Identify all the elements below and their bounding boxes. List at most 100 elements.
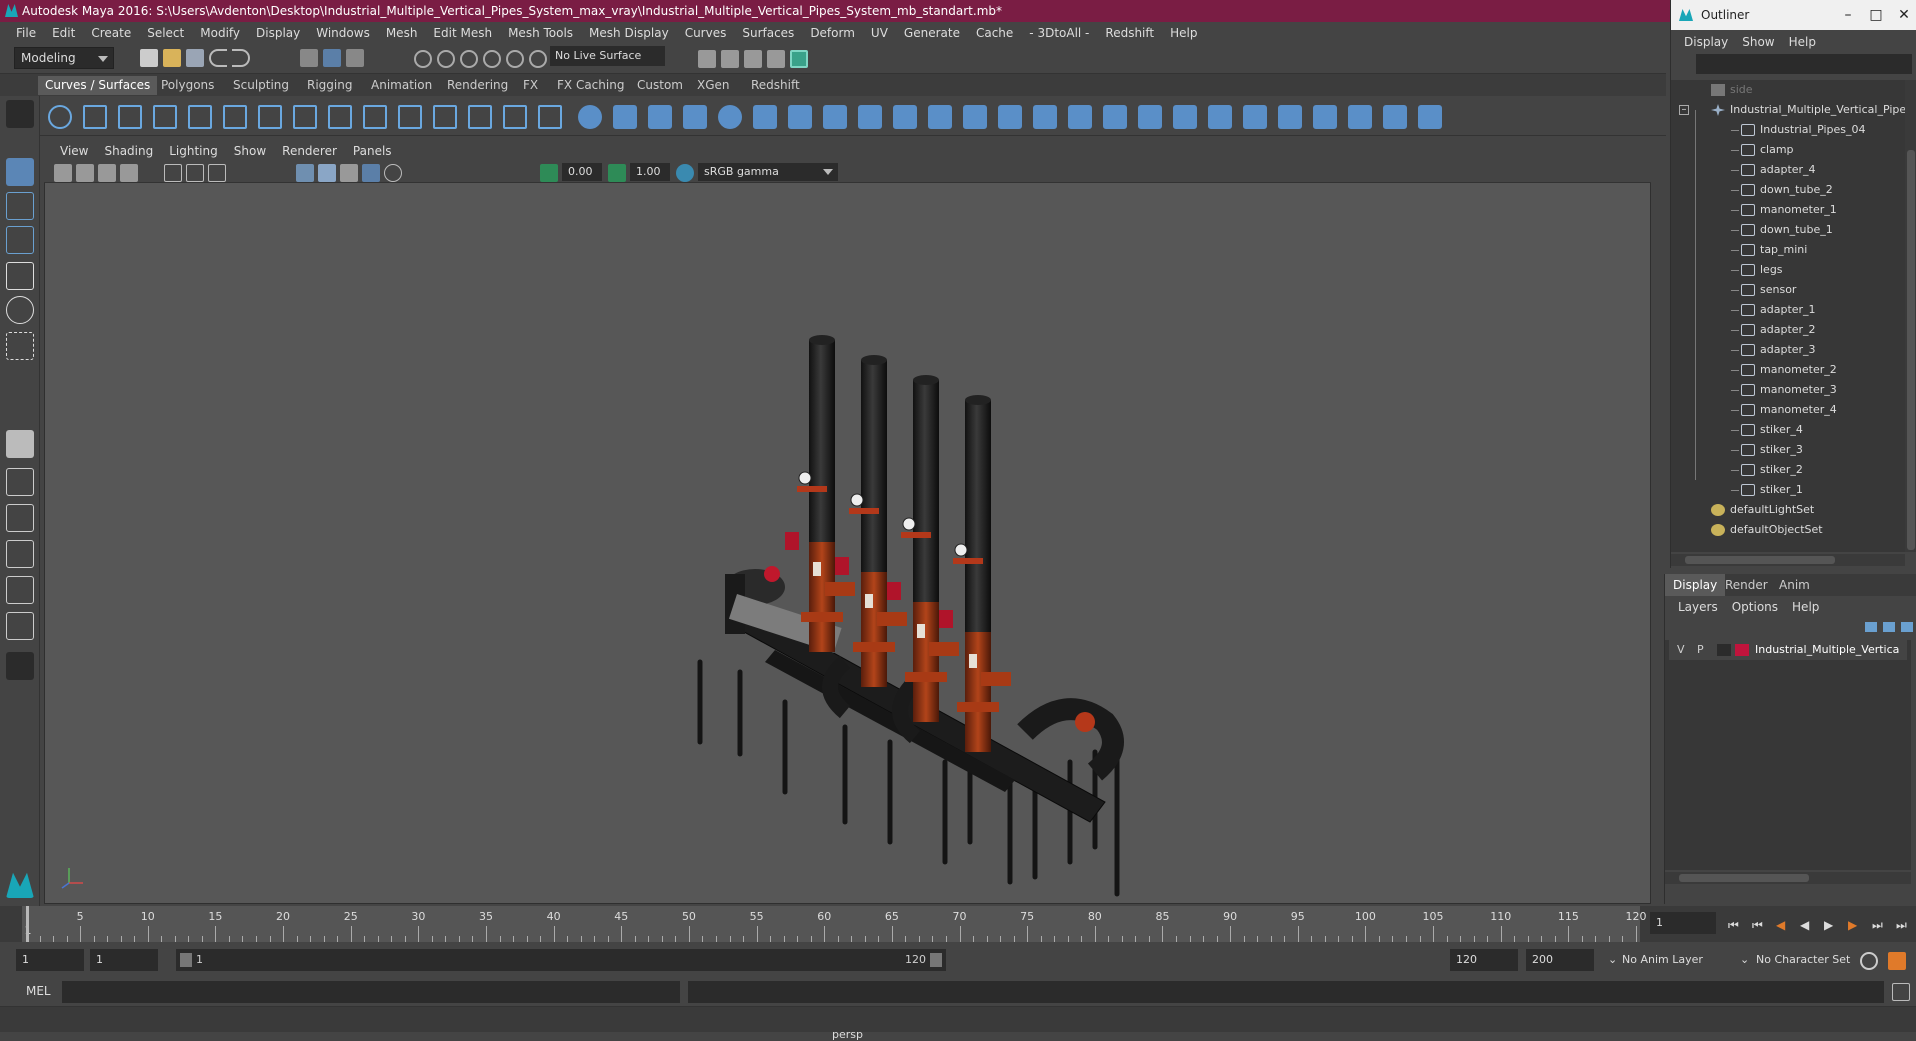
cut-curve-icon[interactable] bbox=[503, 105, 527, 129]
range-end-handle[interactable] bbox=[930, 953, 942, 967]
menu-file[interactable]: File bbox=[8, 26, 44, 40]
revolve-icon[interactable] bbox=[788, 105, 812, 129]
outliner-item[interactable]: adapter_3 bbox=[1731, 340, 1816, 360]
step-back-frame-icon[interactable]: ◀ bbox=[1776, 918, 1785, 932]
nurbs-circle-icon[interactable] bbox=[48, 105, 72, 129]
project-curve-icon[interactable] bbox=[1138, 105, 1162, 129]
viewport-menu-view[interactable]: View bbox=[52, 144, 96, 158]
use-all-lights-icon[interactable] bbox=[362, 164, 380, 182]
undo-icon[interactable] bbox=[209, 49, 227, 67]
nurbs-square-icon[interactable] bbox=[83, 105, 107, 129]
move-tool-icon[interactable] bbox=[6, 262, 34, 290]
playback-end-field[interactable]: 120 bbox=[1450, 949, 1518, 971]
outliner-vertical-scrollbar[interactable] bbox=[1905, 80, 1916, 552]
extrude-icon[interactable] bbox=[893, 105, 917, 129]
play-backwards-icon[interactable]: ◀ bbox=[1800, 918, 1809, 932]
four-view-layout-icon[interactable] bbox=[6, 468, 34, 496]
playback-start-field[interactable]: 1 bbox=[90, 949, 158, 971]
smooth-shade-icon[interactable] bbox=[318, 164, 336, 182]
paint-select-tool-icon[interactable] bbox=[6, 226, 34, 254]
layer-menu-help[interactable]: Help bbox=[1785, 598, 1826, 616]
rotate-tool-icon[interactable] bbox=[6, 296, 34, 324]
snap-grid-icon[interactable] bbox=[414, 50, 432, 68]
shelf-tab-rigging[interactable]: Rigging bbox=[300, 76, 359, 95]
rebuild-curve-icon[interactable] bbox=[398, 105, 422, 129]
color-space-dropdown[interactable]: sRGB gamma bbox=[698, 163, 838, 181]
layer-visibility-toggle[interactable]: V bbox=[1677, 640, 1685, 660]
outliner-item[interactable]: Industrial_Pipes_04 bbox=[1731, 120, 1866, 140]
scene-start-field[interactable]: 1 bbox=[16, 949, 84, 971]
live-surface-field[interactable]: No Live Surface bbox=[550, 46, 665, 66]
character-set-dropdown[interactable]: ⌄ No Character Set bbox=[1740, 949, 1866, 971]
scale-tool-icon[interactable] bbox=[6, 332, 34, 360]
step-back-key-icon[interactable]: ⏮ bbox=[1752, 918, 1763, 933]
outliner-menu-help[interactable]: Help bbox=[1782, 32, 1823, 52]
layer-color-swatch[interactable] bbox=[1735, 644, 1749, 656]
select-object-icon[interactable] bbox=[323, 49, 341, 67]
insert-isoparm-icon[interactable] bbox=[1348, 105, 1372, 129]
range-slider[interactable]: 1 120 bbox=[176, 949, 946, 971]
rebuild-surface-icon[interactable] bbox=[1243, 105, 1267, 129]
shelf-tab-curves-surfaces[interactable]: Curves / Surfaces bbox=[38, 76, 158, 95]
shelf-tab-fx-caching[interactable]: FX Caching bbox=[550, 76, 631, 95]
menu-curves[interactable]: Curves bbox=[677, 26, 735, 40]
outliner-item[interactable]: manometer_4 bbox=[1731, 400, 1837, 420]
bookmark-icon[interactable] bbox=[98, 164, 116, 182]
menu-deform[interactable]: Deform bbox=[802, 26, 863, 40]
detach-surface-icon[interactable] bbox=[1313, 105, 1337, 129]
trim-icon[interactable] bbox=[1173, 105, 1197, 129]
minimize-icon[interactable]: – bbox=[1839, 6, 1857, 24]
outliner-item[interactable]: clamp bbox=[1731, 140, 1794, 160]
command-language-label[interactable]: MEL bbox=[26, 984, 51, 998]
render-frame-icon[interactable] bbox=[721, 50, 739, 68]
arc-three-point-icon[interactable] bbox=[293, 105, 317, 129]
menu-surfaces[interactable]: Surfaces bbox=[734, 26, 802, 40]
animation-preferences-icon[interactable] bbox=[1888, 952, 1906, 970]
attach-curve-icon[interactable] bbox=[433, 105, 457, 129]
hypershade-icon[interactable] bbox=[790, 50, 808, 68]
textured-icon[interactable] bbox=[340, 164, 358, 182]
menu-edit[interactable]: Edit bbox=[44, 26, 83, 40]
menu-display[interactable]: Display bbox=[248, 26, 308, 40]
outliner-item[interactable]: sensor bbox=[1731, 280, 1796, 300]
shelf-tab-custom[interactable]: Custom bbox=[630, 76, 690, 95]
step-forward-key-icon[interactable]: ⏭ bbox=[1872, 918, 1883, 933]
bevel-icon[interactable] bbox=[1033, 105, 1057, 129]
curve-offset-icon[interactable] bbox=[363, 105, 387, 129]
camera-select-icon[interactable] bbox=[54, 164, 72, 182]
grid-icon[interactable] bbox=[164, 164, 182, 182]
auto-key-icon[interactable] bbox=[1860, 952, 1878, 970]
nurbs-cone-icon[interactable] bbox=[683, 105, 707, 129]
outliner-item[interactable]: stiker_4 bbox=[1731, 420, 1803, 440]
snap-surface-icon[interactable] bbox=[506, 50, 524, 68]
boundary-icon[interactable] bbox=[963, 105, 987, 129]
menu-toggle-icon[interactable] bbox=[6, 100, 34, 128]
outliner-item[interactable]: stiker_3 bbox=[1731, 440, 1803, 460]
new-scene-icon[interactable] bbox=[140, 49, 158, 67]
menu-3dtoall[interactable]: - 3DtoAll - bbox=[1021, 26, 1097, 40]
menu-select[interactable]: Select bbox=[139, 26, 192, 40]
current-time-marker[interactable] bbox=[26, 906, 29, 942]
layer-type-toggle[interactable] bbox=[1717, 644, 1731, 656]
menu-cache[interactable]: Cache bbox=[968, 26, 1021, 40]
anim-layer-dropdown[interactable]: ⌄ No Anim Layer bbox=[1608, 949, 1742, 971]
color-management-icon[interactable] bbox=[676, 164, 694, 182]
script-editor-icon[interactable] bbox=[1892, 983, 1910, 1001]
close-icon[interactable]: ✕ bbox=[1895, 6, 1913, 24]
shadows-icon[interactable] bbox=[384, 164, 402, 182]
shelf-tab-sculpting[interactable]: Sculpting bbox=[226, 76, 296, 95]
viewport-menu-renderer[interactable]: Renderer bbox=[274, 144, 345, 158]
menu-redshift[interactable]: Redshift bbox=[1097, 26, 1162, 40]
insert-knot-icon[interactable] bbox=[538, 105, 562, 129]
outliner-menu-show[interactable]: Show bbox=[1735, 32, 1781, 52]
time-slider[interactable]: 1 5 10 15 20 25 30 35 40 45 50 55 60 65 70 75 80 85 90 95 1… bbox=[0, 906, 1916, 942]
outliner-item[interactable]: – Industrial_Multiple_Vertical_Pipes bbox=[1679, 100, 1905, 120]
birail-icon[interactable] bbox=[928, 105, 952, 129]
film-gate-icon[interactable] bbox=[186, 164, 204, 182]
attach-surface-icon[interactable] bbox=[1278, 105, 1302, 129]
intersect-icon[interactable] bbox=[1103, 105, 1127, 129]
outliner-item[interactable]: tap_mini bbox=[1731, 240, 1807, 260]
camera-attributes-icon[interactable] bbox=[76, 164, 94, 182]
menu-create[interactable]: Create bbox=[83, 26, 139, 40]
layer-menu-layers[interactable]: Layers bbox=[1671, 598, 1725, 616]
